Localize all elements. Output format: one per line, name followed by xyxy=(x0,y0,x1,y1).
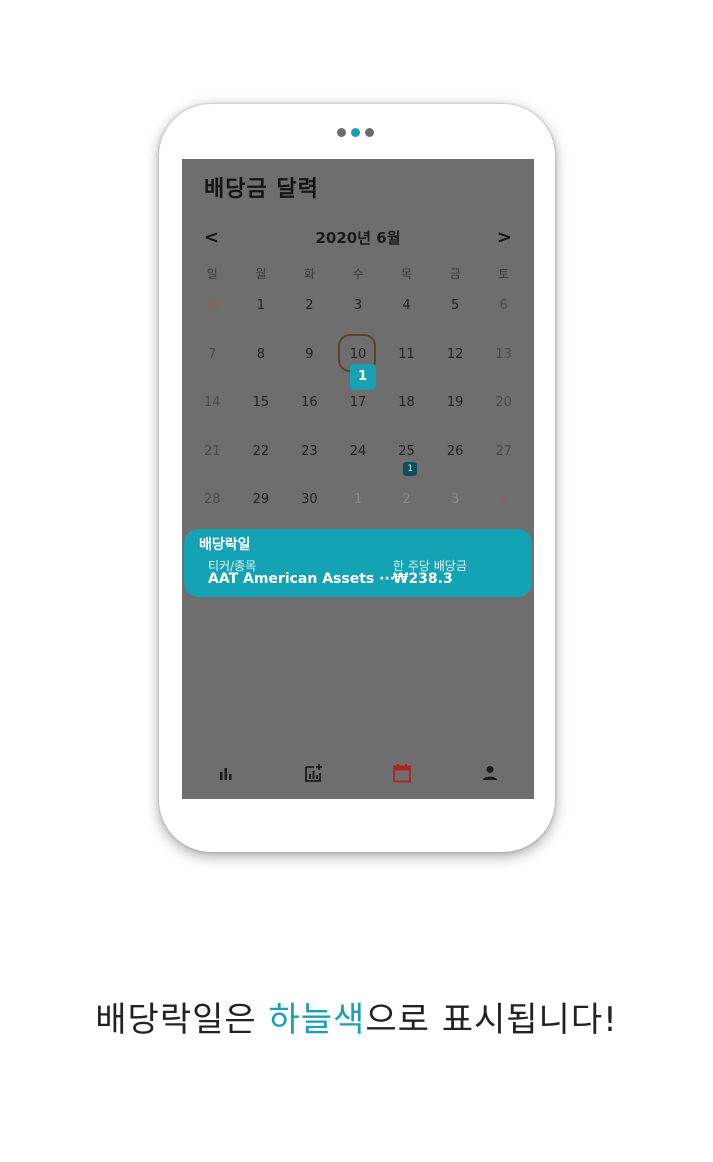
calendar-day[interactable]: 14 xyxy=(188,394,237,443)
caption-before: 배당락일은 xyxy=(95,1000,269,1040)
calendar-day[interactable]: 20 xyxy=(479,394,528,443)
app-screen: 배당금 달력 < 2020년 6월 > 일 월 화 수 목 금 토 31 1 2… xyxy=(182,159,534,799)
calendar-day[interactable]: 27 xyxy=(479,443,528,492)
calendar-day[interactable]: 7 xyxy=(188,346,237,395)
caption: 배당락일은 하늘색으로 표시됩니다! xyxy=(0,992,713,1041)
page-title: 배당금 달력 xyxy=(204,177,319,202)
calendar-day[interactable]: 24 xyxy=(334,443,383,492)
tab-calendar[interactable] xyxy=(358,747,446,799)
calendar-day[interactable]: 15 xyxy=(237,394,286,443)
caption-highlight: 하늘색 xyxy=(268,1000,366,1040)
calendar-day-25[interactable]: 25 1 xyxy=(382,443,431,492)
amount-value: ₩238.3 xyxy=(393,571,453,587)
pager-dot[interactable] xyxy=(337,128,346,137)
pager-dot-active[interactable] xyxy=(351,128,360,137)
person-icon xyxy=(483,766,497,780)
weekday-tue: 화 xyxy=(303,267,315,281)
weekday-mon: 월 xyxy=(255,267,267,281)
calendar-day-today[interactable]: 10 1 xyxy=(334,333,383,395)
calendar-day[interactable]: 22 xyxy=(237,443,286,492)
calendar-day[interactable]: 31 xyxy=(188,297,237,346)
calendar-day[interactable]: 21 xyxy=(188,443,237,492)
month-label: 2020년 6월 xyxy=(315,229,401,247)
tab-profile[interactable] xyxy=(446,747,534,799)
calendar-icon xyxy=(393,764,411,783)
next-month-button[interactable]: > xyxy=(497,227,512,249)
weekday-thu: 목 xyxy=(401,267,413,281)
popup-title: 배당락일 xyxy=(199,537,251,553)
calendar-day[interactable]: 9 xyxy=(285,346,334,395)
calendar-day[interactable]: 11 xyxy=(382,346,431,395)
dividend-count-badge[interactable]: 1 xyxy=(403,461,418,476)
weekday-header: 일 월 화 수 목 금 토 xyxy=(188,265,528,282)
bottom-tab-bar xyxy=(182,747,534,799)
calendar-day-label: 25 xyxy=(398,443,415,459)
calendar-day[interactable]: 2 xyxy=(285,297,334,346)
calendar-week: 21 22 23 24 25 1 26 27 xyxy=(188,443,528,492)
calendar-day[interactable]: 12 xyxy=(431,346,480,395)
calendar-day[interactable]: 17 xyxy=(334,394,383,443)
calendar-day[interactable]: 13 xyxy=(479,346,528,395)
calendar-day[interactable]: 16 xyxy=(285,394,334,443)
calendar-week: 7 8 9 10 1 11 12 13 xyxy=(188,333,528,395)
pager-dot[interactable] xyxy=(365,128,374,137)
calendar-grid: 31 1 2 3 4 5 6 7 8 9 10 1 11 12 13 14 15… xyxy=(188,297,528,540)
calendar-day[interactable]: 5 xyxy=(431,297,480,346)
phone-mockup: 배당금 달력 < 2020년 6월 > 일 월 화 수 목 금 토 31 1 2… xyxy=(159,104,555,852)
weekday-sat: 토 xyxy=(498,267,510,281)
calendar-day[interactable]: 26 xyxy=(431,443,480,492)
calendar-day[interactable]: 1 xyxy=(237,297,286,346)
pager-dots xyxy=(337,128,374,137)
caption-after: 으로 표시됩니다! xyxy=(365,1000,618,1040)
tab-add-dividend[interactable] xyxy=(270,747,358,799)
calendar-day[interactable]: 6 xyxy=(479,297,528,346)
calendar-day[interactable]: 4 xyxy=(382,297,431,346)
tab-stats[interactable] xyxy=(182,747,270,799)
calendar-day[interactable]: 18 xyxy=(382,394,431,443)
ticker-value: AAT American Assets ··· xyxy=(208,571,396,587)
calendar-day[interactable]: 23 xyxy=(285,443,334,492)
weekday-wed: 수 xyxy=(352,267,364,281)
weekday-sun: 일 xyxy=(206,267,218,281)
calendar-day[interactable]: 19 xyxy=(431,394,480,443)
bar-chart-icon xyxy=(220,768,232,780)
add-chart-icon xyxy=(305,764,322,782)
calendar-day[interactable]: 8 xyxy=(237,346,286,395)
dividend-count-badge[interactable]: 1 xyxy=(349,363,376,390)
calendar-week: 14 15 16 17 18 19 20 xyxy=(188,394,528,443)
ex-dividend-popup[interactable]: 배당락일 티커/종목 AAT American Assets ··· 한 주당 … xyxy=(184,529,532,597)
month-navigator: < 2020년 6월 > xyxy=(182,227,534,249)
weekday-fri: 금 xyxy=(449,267,461,281)
